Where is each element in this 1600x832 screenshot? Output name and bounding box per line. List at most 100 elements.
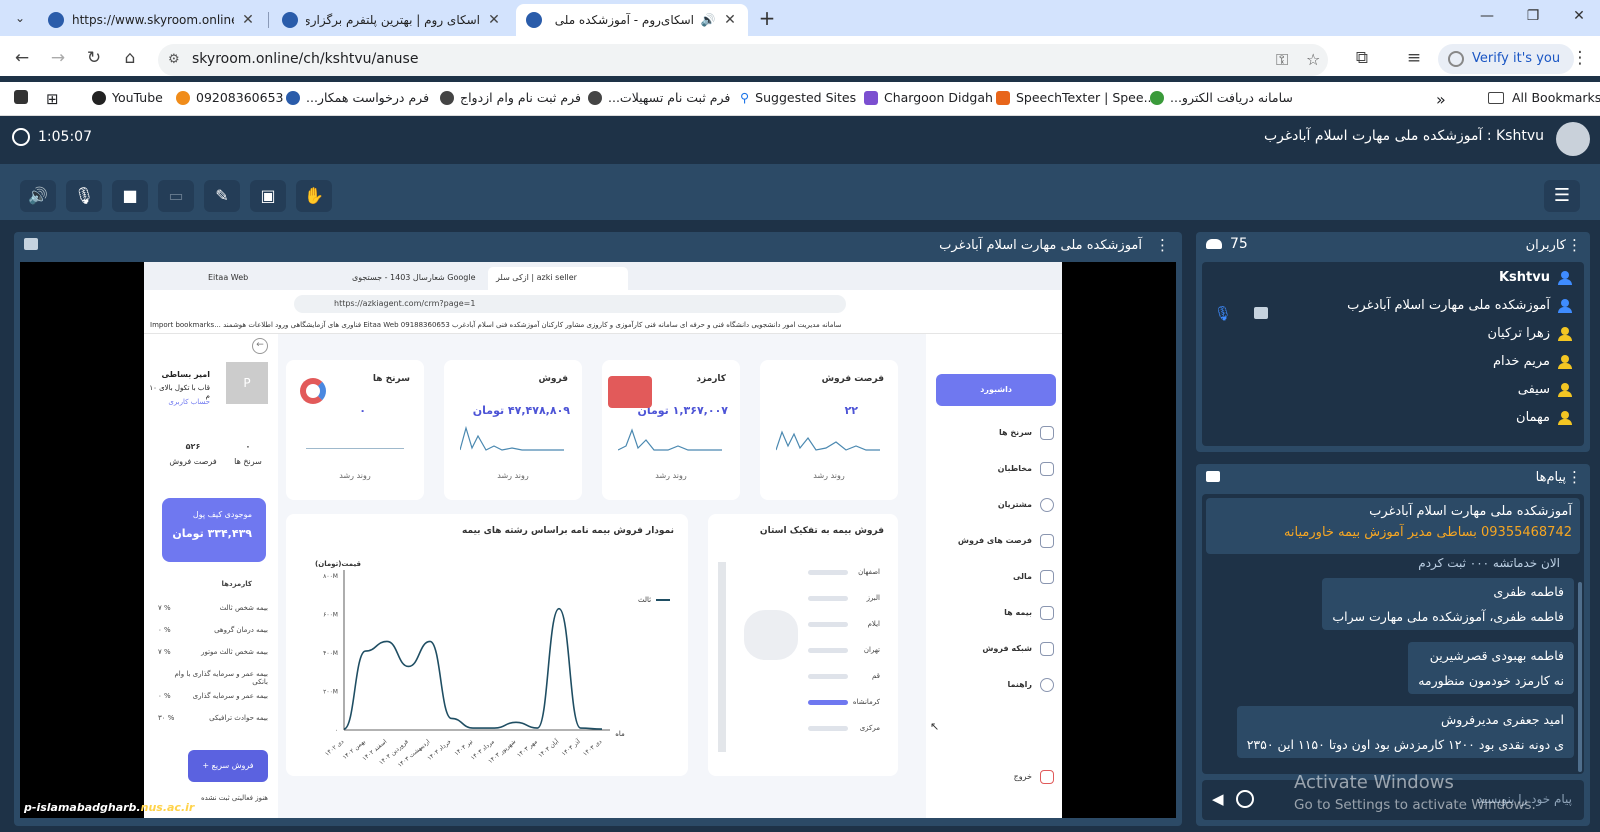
province-label: کرمانشاه [852,698,880,706]
message-list: الان خدماتشه ۰۰۰ ثبت کردم فاطمه ظفری فاط… [1202,494,1584,774]
message-scrollbar[interactable] [1578,582,1582,772]
avatar[interactable] [1556,122,1590,156]
bookmark-suggested-sites[interactable]: ⚲ Suggested Sites [740,90,856,105]
message-sender: فاطمه بهبودی قصرشیرین [1429,648,1564,663]
password-key-icon[interactable]: ⚿ [1276,50,1288,70]
restore-button[interactable]: ❐ [1510,0,1556,32]
user-row[interactable]: زهرا ترکیان [1488,326,1572,341]
crm-sidebar: داشبورد سرنخ ها مخاطبان مشتریان فرصت های… [926,334,1062,818]
quick-sale-label: فروش سریع [211,761,254,770]
user-row[interactable]: مریم خدام [1493,354,1572,369]
collapse-arrow-icon[interactable]: ← [252,338,268,354]
account-link[interactable]: حساب کاربری [168,398,210,406]
raise-hand-button[interactable]: ✋ [296,180,332,212]
files-button[interactable]: ▣ [250,180,286,212]
user-row[interactable]: آموزشکده ملی مهارت اسلام آبادغرب [1347,298,1572,313]
browser-menu-icon[interactable]: ⋮ [1566,44,1594,72]
close-tab-icon[interactable]: ✕ [240,12,256,28]
site-watermark: p-islamabadgharb.nus.ac.ir [24,801,194,814]
pinned-message: آموزشکده ملی مهارت اسلام آبادغرب 0935546… [1206,498,1580,554]
activate-line-2: Go to Settings to activate Windows. [1294,797,1536,813]
bookmark-speechtexter[interactable]: SpeechTexter | Spee... [996,90,1155,105]
bookmark-youtube[interactable]: YouTube [92,90,163,105]
browser-tab-2[interactable]: اسکای روم | بهترین پلتفرم برگزاری ✕ [272,4,512,36]
more-bookmarks-icon[interactable]: » [1436,90,1446,109]
browser-tab-bar: ⌄ https://www.skyroom.online/ch ✕ اسکای … [0,0,1600,36]
activate-line-1: Activate Windows [1294,772,1454,793]
bookmark-form-2[interactable]: فرم ثبت نام وام ازدواج [440,90,581,105]
close-window-button[interactable]: ✕ [1556,0,1600,32]
commission-label: بیمه شخص ثالث [219,604,268,612]
quick-sale-button[interactable]: فروش سریع + [188,750,268,782]
messages-title: پیام‌ها [1535,470,1566,485]
media-control-icon[interactable]: ≡ [1400,44,1428,72]
x-tick-label: مهر ۱۴۰۳ [516,738,539,759]
leads-icon [1040,426,1054,440]
verify-profile-button[interactable]: Verify it's you [1438,44,1574,74]
gear-icon [1150,90,1164,105]
speaker-icon[interactable]: 🔊 [700,13,716,27]
province-scrollbar[interactable] [718,562,726,752]
users-panel: 75 کاربران ⋮ 🎙 Kshtvu آموزشکده ملی مهارت … [1196,232,1590,452]
emoji-icon[interactable] [1236,790,1254,808]
site-info-icon[interactable]: ⚙ [168,52,180,67]
line-chart-card: نمودار فروش بیمه نامه براساس رشته های بی… [286,514,688,776]
address-bar[interactable]: ⚙ skyroom.online/ch/kshtvu/anuse ⚿ ☆ [158,44,1328,76]
tab-search-square-icon[interactable] [14,90,34,104]
mic-muted-button[interactable]: 🎙 [66,180,102,212]
camera-off-button[interactable]: ■ [112,180,148,212]
screen-share-icon[interactable] [24,238,38,250]
users-icon [1206,239,1222,249]
more-options-icon[interactable]: ⋮ [1155,236,1170,254]
profile-icon [1448,51,1464,67]
province-chart-card: فروش بیمه به تفکیک استان اصفهان البرز ایلا… [708,514,898,776]
bookmark-star-icon[interactable]: ☆ [1306,50,1320,69]
back-icon[interactable]: ← [8,44,36,72]
more-options-icon[interactable]: ⋮ [1567,468,1582,486]
speaker-toggle-button[interactable]: 🔊 [20,180,56,212]
province-label: البرز [866,594,880,602]
user-name: Kshtvu [1498,270,1550,285]
hamburger-menu-icon[interactable]: ☰ [1544,180,1580,212]
windows-activation-watermark: Activate Windows Go to Settings to activ… [1294,772,1536,813]
send-icon[interactable]: ◀ [1212,790,1224,808]
presentation-panel: آموزشکده ملی مهارت اسلام آبادغرب ⋮ Eitaa… [14,232,1182,826]
user-row[interactable]: سیفی [1518,382,1572,397]
all-bookmarks[interactable]: All Bookmarks [1488,90,1600,105]
pinned-line-1: آموزشکده ملی مهارت اسلام آبادغرب [1369,504,1572,519]
home-icon[interactable]: ⌂ [116,44,144,72]
screen-share-button[interactable]: ▭ [158,180,194,212]
wallet-label: موجودی کیف پول [192,510,252,519]
province-bar [808,622,848,627]
province-bar [808,726,848,731]
bookmark-chargoon[interactable]: Chargoon Didgah [864,90,993,105]
province-bar [808,570,848,575]
bookmark-phone[interactable]: 09208360653 [176,90,283,105]
tab-title: اسکای روم | بهترین پلتفرم برگزاری [306,13,480,27]
more-options-icon[interactable]: ⋮ [1567,236,1582,254]
user-row[interactable]: Kshtvu [1499,270,1572,285]
forward-icon[interactable]: → [44,44,72,72]
tab-search-icon[interactable]: ⌄ [8,6,32,30]
reload-icon[interactable]: ↻ [80,44,108,72]
close-tab-icon[interactable]: ✕ [486,12,502,28]
user-count: 75 [1206,236,1248,252]
shared-tab: Eitaa Web [208,273,249,282]
bookmark-form-3[interactable]: فرم ثبت نام تسهیلات... [588,90,730,105]
whiteboard-brush-button[interactable]: ✎ [204,180,240,212]
apps-grid-icon[interactable]: ⊞ [46,90,59,108]
stat-label: فرصت فروش [169,457,217,466]
finance-icon [1040,570,1054,584]
user-row[interactable]: مهمان [1516,410,1572,425]
message-item: فاطمه بهبودی قصرشیرین نه کارمزد خودمون م… [1408,642,1574,694]
bookmark-samaneh[interactable]: سامانه دریافت الکترو... [1150,90,1293,105]
browser-tab-3-active[interactable]: اسکای‌روم - آموزشکده ملی م 🔊 ✕ [516,4,748,36]
new-tab-button[interactable]: + [754,6,780,32]
customers-icon [1040,498,1054,512]
bookmark-form-1[interactable]: فرم درخواست همکار... [286,90,429,105]
minimize-button[interactable]: — [1464,0,1510,32]
province-bar [808,648,848,653]
browser-tab-1[interactable]: https://www.skyroom.online/ch ✕ [38,4,266,36]
extensions-icon[interactable]: ⧉ [1348,44,1376,72]
close-tab-icon[interactable]: ✕ [722,12,738,28]
